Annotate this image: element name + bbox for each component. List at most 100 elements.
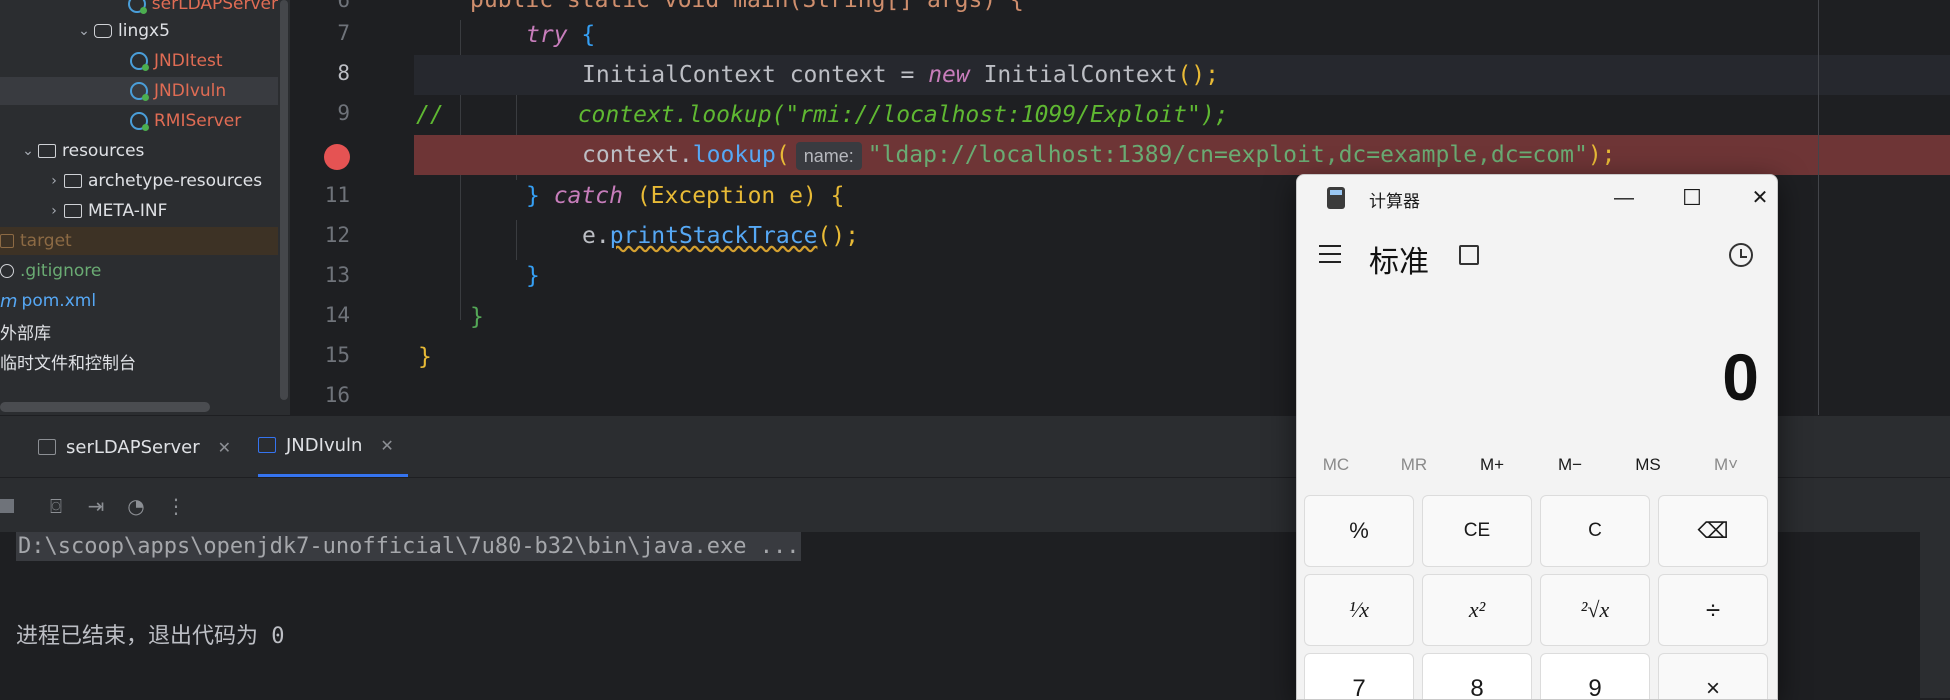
- tree-item-label: 临时文件和控制台: [0, 353, 136, 374]
- vertical-scrollbar[interactable]: [278, 0, 290, 415]
- digit-9-button[interactable]: 9: [1540, 653, 1650, 699]
- digit-7-button[interactable]: 7: [1304, 653, 1414, 699]
- editor-gutter: 6 7 8 9 11 12 13 14 15 16: [290, 0, 442, 415]
- divide-button[interactable]: ÷: [1658, 574, 1768, 646]
- class-icon: [130, 52, 149, 71]
- line-number: 13: [324, 263, 350, 287]
- reciprocal-button[interactable]: ¹⁄x: [1304, 574, 1414, 646]
- maximize-button[interactable]: ☐: [1669, 181, 1715, 215]
- memory-clear-button[interactable]: MC: [1297, 455, 1375, 475]
- backspace-button[interactable]: ⌫: [1658, 495, 1768, 567]
- hamburger-menu-icon[interactable]: [1319, 245, 1341, 263]
- folder-icon: [64, 204, 82, 218]
- tree-item-label: .gitignore: [20, 261, 102, 281]
- code-line-commented: //context.lookup("rmi://localhost:1099/E…: [416, 102, 1229, 128]
- camera-icon[interactable]: ⌼: [44, 494, 68, 518]
- calculator-titlebar[interactable]: 计算器 — ☐ ✕: [1297, 175, 1777, 221]
- chevron-down-icon[interactable]: ⌄: [74, 23, 94, 39]
- parameter-hint: name:: [795, 142, 862, 170]
- calculator-window[interactable]: 计算器 — ☐ ✕ 标准 0 MC MR M+ M− MS M˅ % CE C …: [1296, 174, 1778, 700]
- tree-item-pom[interactable]: m pom.xml: [0, 287, 278, 315]
- profiler-icon[interactable]: ◔: [124, 494, 148, 518]
- tab-serldapserver[interactable]: serLDAPServer ✕: [38, 416, 231, 478]
- memory-add-button[interactable]: M+: [1453, 455, 1531, 475]
- tree-item-label: JNDIvuln: [154, 81, 227, 101]
- square-button[interactable]: x²: [1422, 574, 1532, 646]
- close-button[interactable]: ✕: [1737, 181, 1777, 215]
- chevron-right-icon[interactable]: ›: [44, 173, 64, 189]
- stop-icon[interactable]: [0, 494, 16, 518]
- folder-icon: [0, 234, 14, 248]
- clear-entry-button[interactable]: CE: [1422, 495, 1532, 567]
- folder-icon: [38, 144, 56, 158]
- tree-item-label: pom.xml: [21, 291, 97, 311]
- tree-item-jnditest[interactable]: JNDItest: [0, 47, 278, 75]
- console-exit-message: 进程已结束，退出代码为 0: [16, 624, 285, 649]
- calculator-app-icon: [1327, 187, 1345, 209]
- package-icon: [94, 24, 112, 38]
- tree-item-gitignore[interactable]: .gitignore: [0, 257, 278, 285]
- class-icon: [130, 82, 149, 101]
- tree-item-label: 外部库: [0, 323, 51, 344]
- run-config-icon: [258, 437, 276, 453]
- tree-item-resources[interactable]: ⌄ resources: [0, 137, 278, 165]
- tree-item-label: lingx5: [118, 21, 170, 41]
- tree-item-label: JNDItest: [154, 51, 223, 71]
- tree-item-label: resources: [62, 141, 145, 161]
- memory-subtract-button[interactable]: M−: [1531, 455, 1609, 475]
- line-number: 8: [337, 61, 350, 85]
- breakpoint-icon[interactable]: [324, 144, 350, 170]
- minimize-button[interactable]: —: [1601, 181, 1647, 215]
- code-line-breakpoint: context.lookup(name: "ldap://localhost:13…: [414, 135, 1950, 175]
- line-number: 7: [337, 21, 350, 45]
- line-number: 6: [337, 0, 350, 12]
- folder-icon: [64, 174, 82, 188]
- percent-button[interactable]: %: [1304, 495, 1414, 567]
- code-line: try {: [526, 22, 596, 48]
- memory-store-button[interactable]: MS: [1609, 455, 1687, 475]
- keep-on-top-icon[interactable]: [1459, 245, 1479, 265]
- line-number: 11: [324, 183, 350, 207]
- tree-item-rmiserver[interactable]: RMIServer: [0, 107, 278, 135]
- close-icon[interactable]: ✕: [218, 438, 231, 457]
- chevron-right-icon[interactable]: ›: [44, 203, 64, 219]
- maven-icon: m: [0, 290, 18, 312]
- tree-item-target[interactable]: target: [0, 227, 278, 255]
- tree-item-serldapserver[interactable]: serLDAPServer: [0, 0, 278, 18]
- tab-jndivuln[interactable]: JNDIvuln ✕: [258, 416, 408, 478]
- more-options-icon[interactable]: ⋮: [164, 494, 188, 518]
- calculator-display: 0: [1722, 340, 1759, 414]
- run-config-icon: [38, 439, 56, 455]
- line-number: 9: [337, 101, 350, 125]
- tab-label: serLDAPServer: [66, 436, 200, 458]
- digit-8-button[interactable]: 8: [1422, 653, 1532, 699]
- code-line-current: InitialContext context = new InitialCont…: [414, 55, 1950, 95]
- tree-item-lingx5[interactable]: ⌄ lingx5: [0, 17, 278, 45]
- tree-item-scratches[interactable]: 临时文件和控制台: [0, 347, 278, 375]
- tree-item-jndivuln[interactable]: JNDIvuln: [0, 77, 278, 105]
- line-number: 16: [324, 383, 350, 407]
- tree-item-archetype-resources[interactable]: › archetype-resources: [0, 167, 278, 195]
- horizontal-scrollbar[interactable]: [0, 402, 210, 412]
- memory-recall-button[interactable]: MR: [1375, 455, 1453, 475]
- line-number: 15: [324, 343, 350, 367]
- clear-button[interactable]: C: [1540, 495, 1650, 567]
- project-tree: serLDAPServer ⌄ lingx5 JNDItest JNDIvuln…: [0, 0, 278, 415]
- memory-list-button[interactable]: M˅: [1687, 455, 1765, 475]
- history-icon[interactable]: [1729, 243, 1753, 267]
- console-command[interactable]: D:\scoop\apps\openjdk7-unofficial\7u80-b…: [16, 532, 802, 561]
- tree-item-label: META-INF: [88, 201, 168, 221]
- class-icon: [128, 0, 147, 14]
- class-icon: [130, 112, 149, 131]
- square-root-button[interactable]: ²√x: [1540, 574, 1650, 646]
- tree-item-label: RMIServer: [154, 111, 242, 131]
- tree-item-label: target: [20, 231, 72, 251]
- close-icon[interactable]: ✕: [380, 436, 393, 455]
- tab-label: JNDIvuln: [286, 434, 363, 456]
- tree-item-meta-inf[interactable]: › META-INF: [0, 197, 278, 225]
- chevron-down-icon[interactable]: ⌄: [18, 143, 38, 159]
- restore-layout-icon[interactable]: ⇥: [84, 494, 108, 518]
- tree-item-external-libraries[interactable]: 外部库: [0, 317, 278, 345]
- multiply-button[interactable]: ×: [1658, 653, 1768, 699]
- line-number: 14: [324, 303, 350, 327]
